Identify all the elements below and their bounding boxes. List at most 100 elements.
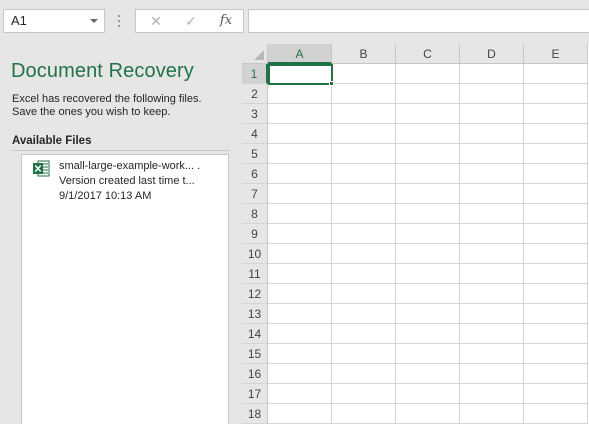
cell-c18[interactable] (396, 404, 460, 424)
cell-c11[interactable] (396, 264, 460, 284)
row-header-10[interactable]: 10 (242, 244, 268, 264)
name-box[interactable]: A1 (3, 9, 105, 33)
cell-d3[interactable] (460, 104, 524, 124)
cell-d11[interactable] (460, 264, 524, 284)
cell-d13[interactable] (460, 304, 524, 324)
column-header-b[interactable]: B (332, 44, 396, 64)
cell-e5[interactable] (524, 144, 588, 164)
cell-d2[interactable] (460, 84, 524, 104)
cell-e13[interactable] (524, 304, 588, 324)
cell-b11[interactable] (332, 264, 396, 284)
cell-a13[interactable] (268, 304, 332, 324)
column-header-d[interactable]: D (460, 44, 524, 64)
column-header-e[interactable]: E (524, 44, 588, 64)
cell-c4[interactable] (396, 124, 460, 144)
row-header-4[interactable]: 4 (242, 124, 268, 144)
cell-b9[interactable] (332, 224, 396, 244)
row-header-15[interactable]: 15 (242, 344, 268, 364)
cell-a5[interactable] (268, 144, 332, 164)
cell-b12[interactable] (332, 284, 396, 304)
cell-b2[interactable] (332, 84, 396, 104)
row-header-6[interactable]: 6 (242, 164, 268, 184)
row-header-11[interactable]: 11 (242, 264, 268, 284)
cell-d6[interactable] (460, 164, 524, 184)
cell-a6[interactable] (268, 164, 332, 184)
row-header-9[interactable]: 9 (242, 224, 268, 244)
fill-handle[interactable] (329, 81, 334, 86)
cancel-icon[interactable]: ✕ (138, 10, 174, 32)
cell-c1[interactable] (396, 64, 460, 84)
column-header-c[interactable]: C (396, 44, 460, 64)
recovered-file-item[interactable]: small-large-example-work... . Version cr… (22, 155, 228, 207)
cell-b7[interactable] (332, 184, 396, 204)
recovered-file-list[interactable]: small-large-example-work... . Version cr… (21, 154, 229, 424)
cell-a17[interactable] (268, 384, 332, 404)
cell-b18[interactable] (332, 404, 396, 424)
row-header-7[interactable]: 7 (242, 184, 268, 204)
cell-e17[interactable] (524, 384, 588, 404)
row-header-13[interactable]: 13 (242, 304, 268, 324)
enter-icon[interactable]: ✓ (173, 10, 209, 32)
cell-e12[interactable] (524, 284, 588, 304)
cell-a10[interactable] (268, 244, 332, 264)
cell-a16[interactable] (268, 364, 332, 384)
cell-d17[interactable] (460, 384, 524, 404)
cell-a8[interactable] (268, 204, 332, 224)
row-header-17[interactable]: 17 (242, 384, 268, 404)
cell-e1[interactable] (524, 64, 588, 84)
cell-b1[interactable] (332, 64, 396, 84)
formula-input[interactable] (248, 9, 589, 33)
cell-e18[interactable] (524, 404, 588, 424)
chevron-down-icon[interactable] (90, 19, 98, 23)
cell-c17[interactable] (396, 384, 460, 404)
cell-e3[interactable] (524, 104, 588, 124)
cell-d4[interactable] (460, 124, 524, 144)
cell-b5[interactable] (332, 144, 396, 164)
cell-c13[interactable] (396, 304, 460, 324)
cell-d7[interactable] (460, 184, 524, 204)
spreadsheet-grid[interactable]: A B C D E 1 2 3 4 5 6 7 8 9 10 11 12 13 14 15 16 17 18 (242, 44, 589, 424)
cell-e4[interactable] (524, 124, 588, 144)
cell-a4[interactable] (268, 124, 332, 144)
cell-c9[interactable] (396, 224, 460, 244)
cell-d5[interactable] (460, 144, 524, 164)
row-header-3[interactable]: 3 (242, 104, 268, 124)
cell-c5[interactable] (396, 144, 460, 164)
row-header-12[interactable]: 12 (242, 284, 268, 304)
cell-d16[interactable] (460, 364, 524, 384)
cell-b13[interactable] (332, 304, 396, 324)
cell-c7[interactable] (396, 184, 460, 204)
cell-c16[interactable] (396, 364, 460, 384)
cell-e14[interactable] (524, 324, 588, 344)
cell-a2[interactable] (268, 84, 332, 104)
row-header-1[interactable]: 1 (242, 64, 268, 84)
cell-b10[interactable] (332, 244, 396, 264)
cell-b14[interactable] (332, 324, 396, 344)
cell-d10[interactable] (460, 244, 524, 264)
cell-e10[interactable] (524, 244, 588, 264)
cell-c8[interactable] (396, 204, 460, 224)
cell-d18[interactable] (460, 404, 524, 424)
cell-c14[interactable] (396, 324, 460, 344)
cell-c12[interactable] (396, 284, 460, 304)
cell-a1[interactable] (268, 64, 332, 84)
row-header-18[interactable]: 18 (242, 404, 268, 424)
cell-b4[interactable] (332, 124, 396, 144)
cell-a12[interactable] (268, 284, 332, 304)
row-header-14[interactable]: 14 (242, 324, 268, 344)
cell-a9[interactable] (268, 224, 332, 244)
select-all-button[interactable] (242, 44, 268, 64)
cell-a18[interactable] (268, 404, 332, 424)
cell-a15[interactable] (268, 344, 332, 364)
cell-b8[interactable] (332, 204, 396, 224)
row-header-5[interactable]: 5 (242, 144, 268, 164)
cell-d1[interactable] (460, 64, 524, 84)
cell-d9[interactable] (460, 224, 524, 244)
cell-c15[interactable] (396, 344, 460, 364)
cell-c6[interactable] (396, 164, 460, 184)
column-header-a[interactable]: A (268, 44, 332, 64)
cell-e15[interactable] (524, 344, 588, 364)
cell-b17[interactable] (332, 384, 396, 404)
cell-a11[interactable] (268, 264, 332, 284)
cell-a3[interactable] (268, 104, 332, 124)
